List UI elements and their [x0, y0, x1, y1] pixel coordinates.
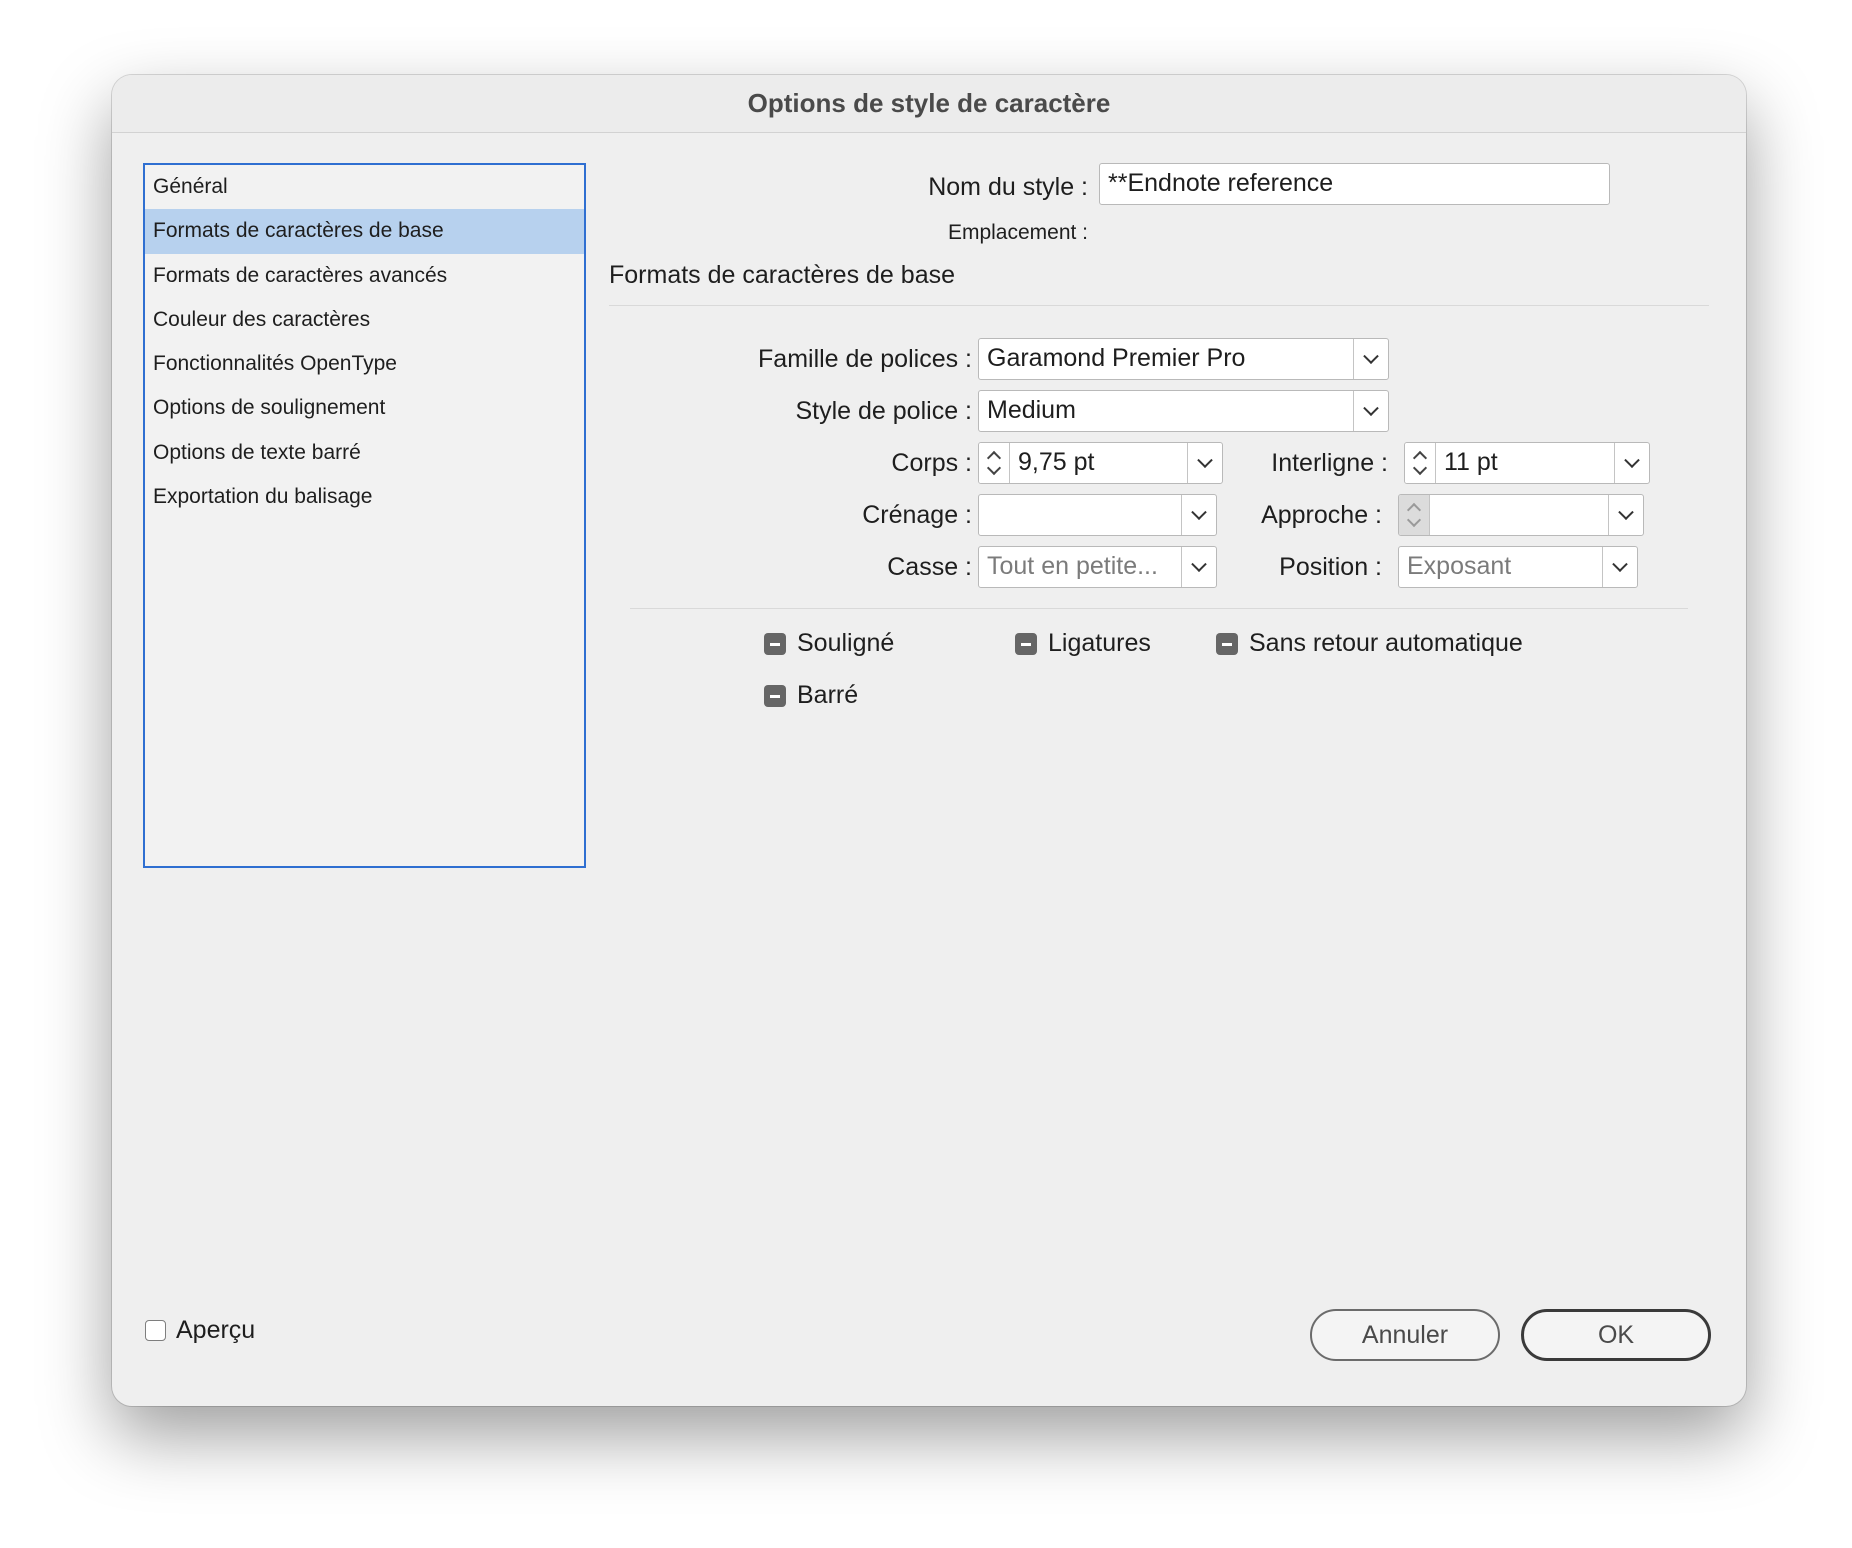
font-style-chevron-down-icon[interactable] [1353, 391, 1388, 431]
category-item-general[interactable]: Général [145, 165, 584, 209]
size-label: Corps : [891, 449, 972, 477]
dialog-title: Options de style de caractère [747, 88, 1111, 118]
category-item-opentype-features[interactable]: Fonctionnalités OpenType [145, 342, 584, 386]
font-style-label: Style de police : [795, 397, 973, 425]
category-item-advanced-character-formats[interactable]: Formats de caractères avancés [145, 254, 584, 298]
dialog-titlebar: Options de style de caractère [112, 75, 1746, 133]
case-chevron-down-icon[interactable] [1181, 547, 1216, 587]
category-item-underline-options[interactable]: Options de soulignement [145, 386, 584, 430]
position-dropdown[interactable]: Exposant [1398, 546, 1638, 588]
strikethrough-checkbox[interactable]: Barré [764, 681, 858, 710]
font-family-chevron-down-icon[interactable] [1353, 339, 1388, 379]
size-stepper-icon[interactable] [979, 443, 1010, 483]
underline-label: Souligné [797, 629, 895, 657]
font-style-value: Medium [987, 396, 1076, 424]
cancel-button[interactable]: Annuler [1310, 1309, 1500, 1361]
character-style-options-dialog: Options de style de caractère Général Fo… [112, 75, 1746, 1406]
strikethrough-label: Barré [797, 681, 859, 709]
leading-stepper-icon[interactable] [1405, 443, 1436, 483]
tracking-stepper-icon [1399, 495, 1430, 535]
mixed-checkbox-icon[interactable] [1216, 632, 1238, 655]
case-value: Tout en petite... [987, 552, 1158, 580]
ligatures-checkbox[interactable]: Ligatures [1015, 629, 1151, 658]
leading-value[interactable]: 11 pt [1436, 443, 1614, 483]
ligatures-label: Ligatures [1048, 629, 1151, 657]
kerning-label: Crénage : [862, 501, 972, 529]
font-family-dropdown[interactable]: Garamond Premier Pro [978, 338, 1389, 380]
mixed-checkbox-icon[interactable] [1015, 632, 1037, 655]
category-item-basic-character-formats[interactable]: Formats de caractères de base [145, 209, 584, 254]
position-chevron-down-icon[interactable] [1602, 547, 1637, 587]
tracking-label: Approche : [1261, 501, 1382, 529]
style-name-input[interactable]: **Endnote reference [1099, 163, 1610, 205]
case-label: Casse : [887, 553, 972, 581]
no-break-label: Sans retour automatique [1249, 629, 1523, 657]
font-style-dropdown[interactable]: Medium [978, 390, 1389, 432]
mixed-checkbox-icon[interactable] [764, 684, 786, 707]
ok-button[interactable]: OK [1521, 1309, 1711, 1361]
section-divider [609, 305, 1709, 306]
category-item-character-color[interactable]: Couleur des caractères [145, 298, 584, 342]
options-divider [630, 608, 1688, 609]
category-item-strikethrough-options[interactable]: Options de texte barré [145, 431, 584, 475]
checkbox-icon[interactable] [145, 1320, 166, 1341]
location-label: Emplacement : [947, 221, 1088, 244]
kerning-chevron-down-icon[interactable] [1181, 495, 1216, 535]
mixed-checkbox-icon[interactable] [764, 632, 786, 655]
underline-checkbox[interactable]: Souligné [764, 629, 894, 658]
style-name-label: Nom du style : [928, 173, 1088, 201]
preview-label: Aperçu [176, 1316, 256, 1344]
no-break-checkbox[interactable]: Sans retour automatique [1216, 629, 1523, 658]
kerning-value[interactable] [979, 495, 1181, 535]
font-family-value: Garamond Premier Pro [987, 344, 1246, 372]
kerning-dropdown[interactable] [978, 494, 1217, 536]
tracking-combo[interactable] [1398, 494, 1644, 536]
case-dropdown[interactable]: Tout en petite... [978, 546, 1217, 588]
size-combo[interactable]: 9,75 pt [978, 442, 1223, 484]
position-value: Exposant [1407, 552, 1512, 580]
font-family-label: Famille de polices : [758, 345, 972, 373]
leading-label: Interligne : [1271, 449, 1388, 477]
position-label: Position : [1279, 553, 1382, 581]
category-item-export-tagging[interactable]: Exportation du balisage [145, 475, 584, 519]
tracking-value[interactable] [1430, 495, 1608, 535]
category-list[interactable]: Général Formats de caractères de base Fo… [143, 163, 586, 868]
size-value[interactable]: 9,75 pt [1010, 443, 1187, 483]
preview-checkbox[interactable]: Aperçu [145, 1316, 255, 1345]
section-title: Formats de caractères de base [609, 261, 955, 289]
leading-combo[interactable]: 11 pt [1404, 442, 1650, 484]
leading-chevron-down-icon[interactable] [1614, 443, 1649, 483]
tracking-chevron-down-icon[interactable] [1608, 495, 1643, 535]
